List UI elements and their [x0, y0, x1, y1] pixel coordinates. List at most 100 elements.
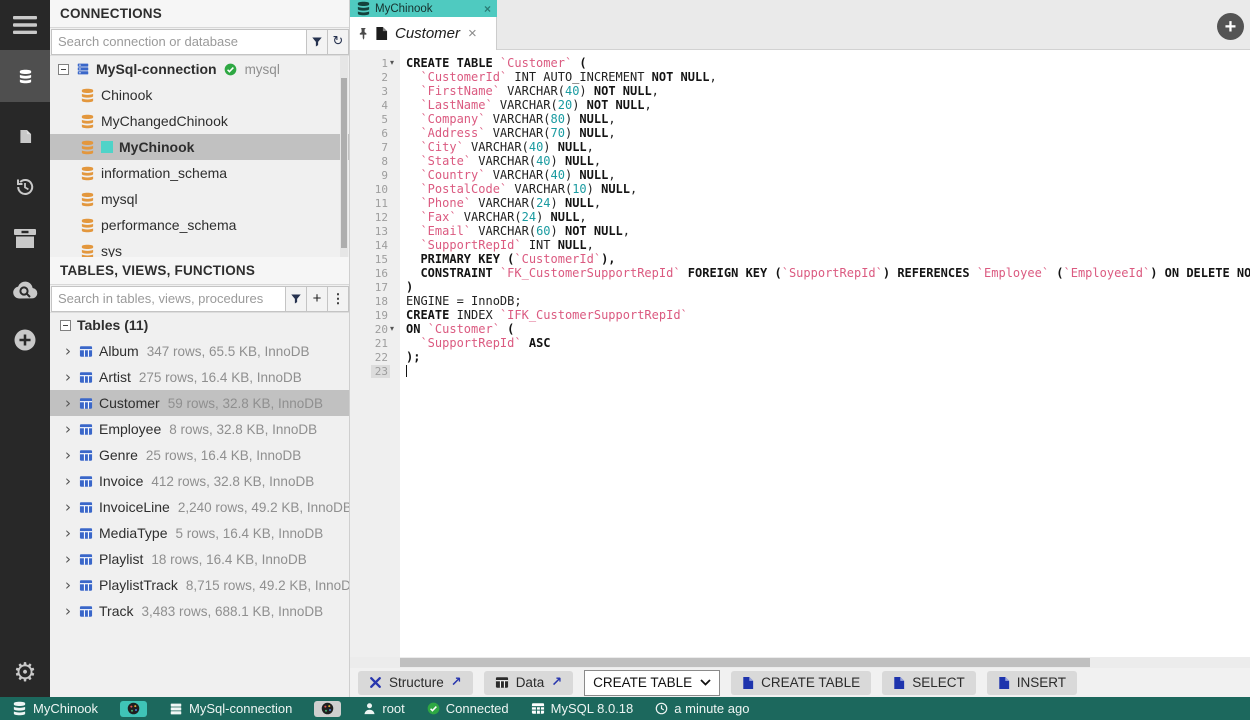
editor-line[interactable]: 17)	[350, 280, 1250, 294]
database-row-information_schema[interactable]: information_schema	[50, 160, 349, 186]
status-database-item[interactable]: MyChinook	[12, 701, 98, 716]
tables-menu-button[interactable]: ⋮	[328, 285, 349, 312]
code-text: `Address` VARCHAR(70) NULL,	[420, 126, 616, 140]
database-icon	[80, 114, 95, 129]
expander-icon[interactable]	[60, 319, 71, 331]
table-row-Track[interactable]: › Track 3,483 rows, 688.1 KB, InnoDB	[50, 598, 349, 624]
connections-filter-button[interactable]	[307, 28, 328, 55]
editor-line[interactable]: 7 `City` VARCHAR(40) NULL,	[350, 140, 1250, 154]
tab-group-mychinook[interactable]: MyChinook ×	[350, 0, 497, 17]
database-row-MyChinook[interactable]: MyChinook	[50, 134, 349, 160]
database-row-Chinook[interactable]: Chinook	[50, 82, 349, 108]
color-palette-badge[interactable]	[120, 700, 148, 717]
editor-line[interactable]: 19 CREATE INDEX `IFK_CustomerSupportRepId…	[350, 308, 1250, 322]
chevron-right-icon[interactable]: ›	[62, 526, 74, 541]
status-clock-item[interactable]: a minute ago	[655, 701, 749, 716]
new-connection-button[interactable]: +	[1217, 13, 1244, 40]
editor-line[interactable]: 6 `Address` VARCHAR(70) NULL,	[350, 126, 1250, 140]
editor-line[interactable]: 16 CONSTRAINT `FK_CustomerSupportRepId` …	[350, 266, 1250, 280]
editor-line[interactable]: 20 ▾ ON `Customer` (	[350, 322, 1250, 336]
structure-button[interactable]: Structure ↗	[358, 670, 473, 695]
chevron-right-icon[interactable]: ›	[62, 578, 74, 593]
data-button[interactable]: Data ↗	[483, 670, 574, 695]
status-server-item[interactable]: MySql-connection	[169, 701, 292, 716]
expander-icon[interactable]	[58, 63, 69, 75]
connections-scrollbar[interactable]	[340, 56, 348, 257]
activity-database-button[interactable]	[0, 50, 50, 102]
database-row-mysql[interactable]: mysql	[50, 186, 349, 212]
status-check-item[interactable]: Connected	[427, 701, 509, 716]
table-row-Customer[interactable]: › Customer 59 rows, 32.8 KB, InnoDB	[50, 390, 349, 416]
editor-line[interactable]: 14 `SupportRepId` INT NULL,	[350, 238, 1250, 252]
sql-template-select[interactable]: CREATE TABLE	[584, 669, 721, 696]
editor-horizontal-scrollbar[interactable]	[350, 657, 1250, 668]
chevron-right-icon[interactable]: ›	[62, 344, 74, 359]
editor-line[interactable]: 1 ▾ CREATE TABLE `Customer` (	[350, 56, 1250, 70]
status-person-item[interactable]: root	[363, 701, 405, 716]
table-row-Artist[interactable]: › Artist 275 rows, 16.4 KB, InnoDB	[50, 364, 349, 390]
table-row-Employee[interactable]: › Employee 8 rows, 32.8 KB, InnoDB	[50, 416, 349, 442]
chevron-right-icon[interactable]: ›	[62, 604, 74, 619]
activity-file-button[interactable]	[0, 119, 50, 153]
editor-line[interactable]: 2 `CustomerId` INT AUTO_INCREMENT NOT NU…	[350, 70, 1250, 84]
settings-gear-button[interactable]: ⚙	[0, 659, 50, 685]
create-table-button[interactable]: CREATE TABLE	[731, 670, 872, 695]
fold-arrow-icon[interactable]: ▾	[390, 58, 400, 68]
chevron-right-icon[interactable]: ›	[62, 422, 74, 437]
activity-history-button[interactable]	[0, 170, 50, 204]
tables-group-row[interactable]: Tables (11)	[50, 312, 349, 338]
status-grid-item[interactable]: MySQL 8.0.18	[531, 701, 633, 716]
chevron-right-icon[interactable]: ›	[62, 474, 74, 489]
database-row-MyChangedChinook[interactable]: MyChangedChinook	[50, 108, 349, 134]
table-row-Playlist[interactable]: › Playlist 18 rows, 16.4 KB, InnoDB	[50, 546, 349, 572]
connection-row[interactable]: MySql-connection mysql	[50, 56, 349, 82]
insert-button[interactable]: INSERT	[986, 670, 1077, 695]
pin-icon[interactable]	[358, 27, 369, 40]
connections-refresh-button[interactable]: ↻	[328, 28, 349, 55]
activity-cloud-search-button[interactable]	[0, 272, 50, 306]
editor-line[interactable]: 18 ENGINE = InnoDB;	[350, 294, 1250, 308]
database-row-performance_schema[interactable]: performance_schema	[50, 212, 349, 238]
editor-line[interactable]: 23	[350, 364, 1250, 378]
editor-line[interactable]: 21 `SupportRepId` ASC	[350, 336, 1250, 350]
editor-line[interactable]: 8 `State` VARCHAR(40) NULL,	[350, 154, 1250, 168]
sql-editor[interactable]: 1 ▾ CREATE TABLE `Customer` (2 `CustomerId…	[350, 50, 1250, 657]
color-palette-badge[interactable]	[314, 700, 342, 717]
activity-archive-button[interactable]	[0, 221, 50, 255]
table-row-InvoiceLine[interactable]: › InvoiceLine 2,240 rows, 49.2 KB, InnoDB	[50, 494, 349, 520]
chevron-right-icon[interactable]: ›	[62, 448, 74, 463]
tab-customer[interactable]: Customer ×	[350, 17, 497, 50]
editor-line[interactable]: 22);	[350, 350, 1250, 364]
tab-close-icon[interactable]: ×	[468, 25, 477, 42]
editor-line[interactable]: 11 `Phone` VARCHAR(24) NULL,	[350, 196, 1250, 210]
tables-filter-button[interactable]	[286, 285, 307, 312]
editor-line[interactable]: 9 `Country` VARCHAR(40) NULL,	[350, 168, 1250, 182]
activity-plus-circle-button[interactable]	[0, 323, 50, 357]
tables-search-input[interactable]	[51, 285, 286, 312]
chevron-right-icon[interactable]: ›	[62, 370, 74, 385]
table-row-MediaType[interactable]: › MediaType 5 rows, 16.4 KB, InnoDB	[50, 520, 349, 546]
tables-add-button[interactable]: +	[307, 285, 328, 312]
select-button[interactable]: SELECT	[882, 670, 976, 695]
table-name: Customer	[99, 395, 160, 411]
editor-line[interactable]: 15 PRIMARY KEY (`CustomerId`),	[350, 252, 1250, 266]
editor-line[interactable]: 3 `FirstName` VARCHAR(40) NOT NULL,	[350, 84, 1250, 98]
editor-line[interactable]: 10 `PostalCode` VARCHAR(10) NULL,	[350, 182, 1250, 196]
table-row-Album[interactable]: › Album 347 rows, 65.5 KB, InnoDB	[50, 338, 349, 364]
fold-arrow-icon[interactable]: ▾	[390, 324, 400, 334]
editor-line[interactable]: 13 `Email` VARCHAR(60) NOT NULL,	[350, 224, 1250, 238]
table-row-Genre[interactable]: › Genre 25 rows, 16.4 KB, InnoDB	[50, 442, 349, 468]
database-row-sys[interactable]: sys	[50, 238, 349, 257]
scrollbar-thumb[interactable]	[400, 658, 1090, 667]
chevron-right-icon[interactable]: ›	[62, 500, 74, 515]
activity-menu-button[interactable]	[0, 8, 50, 42]
editor-line[interactable]: 5 `Company` VARCHAR(80) NULL,	[350, 112, 1250, 126]
connections-search-input[interactable]	[51, 28, 307, 55]
chevron-right-icon[interactable]: ›	[62, 552, 74, 567]
tab-group-close-icon[interactable]: ×	[484, 2, 491, 16]
table-row-Invoice[interactable]: › Invoice 412 rows, 32.8 KB, InnoDB	[50, 468, 349, 494]
chevron-right-icon[interactable]: ›	[62, 396, 74, 411]
editor-line[interactable]: 4 `LastName` VARCHAR(20) NOT NULL,	[350, 98, 1250, 112]
editor-line[interactable]: 12 `Fax` VARCHAR(24) NULL,	[350, 210, 1250, 224]
table-row-PlaylistTrack[interactable]: › PlaylistTrack 8,715 rows, 49.2 KB, InnoD…	[50, 572, 349, 598]
